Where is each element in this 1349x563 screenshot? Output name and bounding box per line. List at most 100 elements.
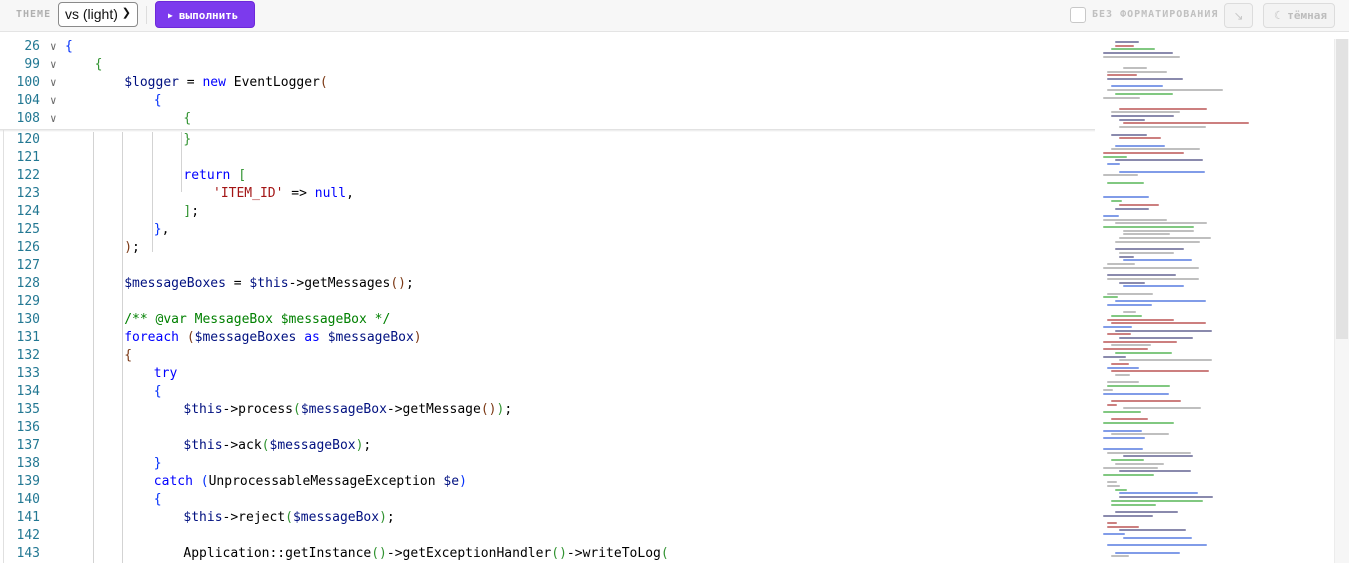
code-text: }, [154,222,170,237]
code-token: ( [292,402,301,417]
code-token: $messageBox [269,438,356,453]
vertical-scrollbar[interactable] [1334,39,1349,563]
no-format-checkbox[interactable] [1070,7,1086,23]
code-line[interactable]: 135 $this->process($messageBox->getMessag… [0,402,1095,420]
code-token: $e [443,474,460,489]
minimap[interactable] [1097,39,1333,563]
code-line[interactable]: 120} [0,132,1095,150]
minimap-line [1107,292,1154,295]
minimap-line [1115,248,1184,251]
minimap-line [1123,233,1171,236]
no-format-label: БЕЗ ФОРМАТИРОВАНИЯ [1092,9,1219,20]
code-line[interactable]: 127 [0,258,1095,276]
format-icon-button[interactable]: ↘ [1224,3,1253,28]
minimap-line [1115,159,1204,162]
minimap-line [1111,48,1156,51]
minimap-line [1123,259,1193,262]
minimap-line [1123,455,1194,458]
minimap-line [1107,381,1139,384]
code-line[interactable]: 108 ∨ { [0,111,1095,129]
minimap-line [1115,300,1207,302]
code-line[interactable]: 128 $messageBoxes = $this->getMessages(); [0,276,1095,294]
code-line[interactable]: 131 foreach ($messageBoxes as $messageBox… [0,330,1095,348]
minimap-line [1119,137,1161,140]
minimap-line [1103,422,1175,425]
minimap-line [1119,470,1192,473]
code-text: { [183,111,191,126]
code-token: /** @var MessageBox $messageBox */ [124,312,391,327]
code-line[interactable]: 133 try [0,366,1095,384]
minimap-line [1119,107,1207,110]
line-number: 135 [16,402,40,417]
minimap-line [1111,370,1209,373]
minimap-line [1103,55,1181,58]
code-line[interactable]: 142 [0,528,1095,546]
code-line[interactable]: 122 return [ [0,168,1095,186]
minimap-line [1103,52,1173,55]
minimap-line [1107,274,1177,277]
code-line[interactable]: 125}, [0,222,1095,240]
line-number: 123 [16,186,40,201]
code-line[interactable]: 100 ∨ $logger = new EventLogger( [0,75,1095,93]
fold-chevron-icon[interactable]: ∨ [50,58,57,71]
minimap-line [1107,78,1183,80]
code-line[interactable]: 121 [0,150,1095,168]
code-line[interactable]: 126); [0,240,1095,258]
code-line[interactable]: 129 [0,294,1095,312]
line-number: 133 [16,366,40,381]
code-text: try [154,366,177,381]
fold-chevron-icon[interactable]: ∨ [50,112,57,125]
code-line[interactable]: 124]; [0,204,1095,222]
minimap-line [1123,229,1194,232]
scrollbar-thumb[interactable] [1336,39,1348,339]
minimap-line [1119,126,1206,129]
code-line[interactable]: 26 ∨ { [0,39,1095,57]
minimap-line [1119,492,1198,495]
minimap-line [1123,285,1185,288]
minimap-line [1111,555,1130,558]
fold-chevron-icon[interactable]: ∨ [50,40,57,53]
code-line[interactable]: 138} [0,456,1095,474]
minimap-line [1111,322,1207,325]
dark-theme-button[interactable]: ☾ тёмная [1263,3,1335,28]
code-line[interactable]: 141 $this->reject($messageBox); [0,510,1095,528]
fold-chevron-icon[interactable]: ∨ [50,94,57,107]
code-line[interactable]: 140 { [0,492,1095,510]
line-number: 142 [16,528,40,543]
theme-select[interactable]: vs (light) ❯ [58,2,138,27]
code-line[interactable]: 104 ∨ { [0,93,1095,111]
code-line[interactable]: 139 catch (UnprocessableMessageException … [0,474,1095,492]
sticky-scroll-shadow [0,129,1095,132]
code-token: ; [132,240,140,255]
code-line[interactable]: 132 { [0,348,1095,366]
run-button[interactable]: ▶ выполнить [155,1,255,28]
minimap-line [1111,499,1203,502]
code-text: { [124,348,132,363]
code-line[interactable]: 143 Application::getInstance()->getExcept… [0,546,1095,563]
code-line[interactable]: 136 [0,420,1095,438]
fold-chevron-icon[interactable]: ∨ [50,76,57,89]
code-token: try [153,366,178,381]
code-token: } [183,132,192,147]
code-token: { [124,348,133,363]
code-line[interactable]: 130 /** @var MessageBox $messageBox */ [0,312,1095,330]
line-number: 122 [16,168,40,183]
code-line[interactable]: 134 { [0,384,1095,402]
code-token: foreach [124,330,179,345]
code-token: ) [379,510,387,525]
code-token: as [304,330,320,345]
code-token: Application::getInstance [183,546,372,561]
code-token: ; [405,276,414,291]
code-token: } [153,456,162,471]
code-token: () [480,402,497,417]
code-line[interactable]: 123 'ITEM_ID' => null, [0,186,1095,204]
code-token: ( [319,75,328,90]
minimap-line [1107,70,1168,73]
line-number: 134 [16,384,40,399]
code-line[interactable]: 99 ∨ { [0,57,1095,75]
code-line[interactable]: 137 $this->ack($messageBox); [0,438,1095,456]
minimap-line [1107,181,1144,184]
minimap-line [1119,496,1213,499]
minimap-line [1103,436,1145,439]
